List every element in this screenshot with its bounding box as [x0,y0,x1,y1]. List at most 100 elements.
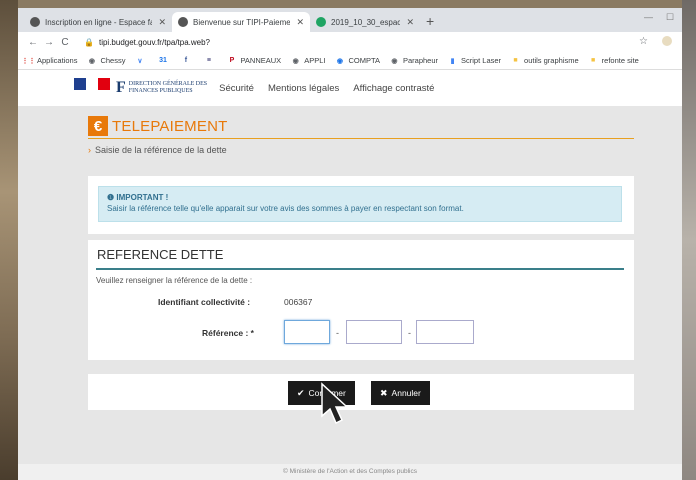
calendar-icon: 31 [159,57,167,64]
section-divider [96,268,624,270]
browser-window: Inscription en ligne - Espace fam ✕ Bien… [18,8,682,480]
section-heading: REFERENCE DETTE [97,247,224,262]
euro-icon: € [88,116,108,136]
bookmark-label: PANNEAUX [240,56,282,65]
globe-icon [30,17,40,27]
bookmark-item[interactable]: ∨ [135,56,148,65]
collectivite-label: Identifiant collectivité : [158,297,251,307]
bookmark-label: Parapheur [402,56,439,65]
separator: - [336,328,339,338]
star-icon[interactable]: ☆ [639,36,648,47]
link-mentions-legales[interactable]: Mentions légales [268,83,339,94]
bookmark-label: Chessy [100,56,126,65]
breadcrumb: › Saisie de la référence de la dette [88,145,634,155]
folder-icon: ■ [513,57,518,64]
bookmark-label: outils graphisme [524,56,579,65]
pinterest-icon: P [229,57,235,64]
link-affichage-contraste[interactable]: Affichage contrasté [353,83,434,94]
facebook-icon: f [184,57,188,64]
bars-icon: ▮ [450,57,455,65]
bookmark-label: Script Laser [461,56,502,65]
close-icon[interactable]: ✕ [158,17,166,28]
important-alert: ❶ IMPORTANT ! Saisir la référence telle … [98,186,622,222]
title-divider [88,138,634,139]
bookmark-item[interactable]: ■ refonte site [589,56,639,65]
link-securite[interactable]: Sécurité [219,83,254,94]
republique-francaise-logo [74,78,110,98]
bookmark-item[interactable]: ◉ Chessy [87,56,126,65]
finances-publiques-logo: F DIRECTION GÉNÉRALE DES FINANCES PUBLIQU… [116,79,208,96]
alert-panel: ❶ IMPORTANT ! Saisir la référence telle … [88,176,634,234]
bookmark-label: COMPTA [348,56,380,65]
globe-icon: ◉ [292,57,299,65]
page-footer: © Ministère de l'Action et des Comptes p… [18,464,682,480]
close-icon[interactable]: ✕ [406,17,414,28]
mouse-cursor-icon [321,382,349,425]
forward-icon[interactable]: → [42,37,56,48]
url-text: tipi.budget.gouv.fr/tpa/tpa.web? [98,37,211,47]
page-banner: € TELEPAIEMENT › Saisie de la référence d… [88,106,634,155]
page-title: TELEPAIEMENT [112,117,228,135]
check-circle-icon: ✔ [297,387,305,398]
separator: - [408,328,411,338]
bookmark-item[interactable]: ■ outils graphisme [511,56,579,65]
bookmark-label: APPLI [304,56,326,65]
maximize-icon[interactable]: ☐ [666,12,674,23]
bookmark-label: Applications [37,56,78,65]
alert-body: Saisir la référence telle qu'elle appara… [107,204,464,213]
bookmark-label: refonte site [601,56,639,65]
bookmark-v-icon: ∨ [137,57,143,65]
tab-tipi[interactable]: Bienvenue sur TIPI-Paiementenli ✕ [172,12,310,32]
page-content: F DIRECTION GÉNÉRALE DES FINANCES PUBLIQU… [18,70,682,480]
desktop-background-left [0,0,18,480]
site-header: F DIRECTION GÉNÉRALE DES FINANCES PUBLIQU… [18,70,682,106]
reference-panel: REFERENCE DETTE Veuillez renseigner la r… [88,240,634,360]
close-icon[interactable]: ✕ [296,17,304,28]
bookmarks-bar: ⋮⋮ Applications ◉ Chessy ∨ 31 f ≡ P PANNEAUX ◉ APPL… [18,52,682,70]
close-icon: ✖ [380,387,388,398]
desktop-background-right [682,0,696,480]
reference-input-3[interactable] [416,320,474,344]
chevron-right-icon: › [88,145,91,155]
form-intro: Veuillez renseigner la référence de la d… [96,276,253,285]
bookmark-item[interactable]: P PANNEAUX [227,56,282,65]
avatar[interactable] [662,36,672,46]
tab-title: Inscription en ligne - Espace fam [45,17,153,27]
reference-label: Référence : * [202,328,254,338]
tab-google-drive[interactable]: 2019_10_30_espace_famille - Goo ✕ [310,12,420,32]
new-tab-button[interactable]: + [426,13,434,29]
reference-input-1[interactable] [284,320,330,344]
lock-icon: 🔒 [84,37,94,47]
sncf-icon: ≡ [206,57,212,64]
bookmark-item[interactable]: ≡ [204,56,217,65]
bookmark-item[interactable]: ▮ Script Laser [448,56,501,65]
apps-icon: ⋮⋮ [21,57,36,65]
actions-panel: ✔Confirmer ✖Annuler [88,374,634,410]
tab-title: Bienvenue sur TIPI-Paiementenli [193,17,291,27]
url-field[interactable]: 🔒 tipi.budget.gouv.fr/tpa/tpa.web? [84,38,210,47]
bookmark-item[interactable]: f [181,56,194,65]
bookmark-item[interactable]: 31 [158,56,171,65]
reference-input-2[interactable] [346,320,402,344]
drive-icon [316,17,326,27]
minimize-icon[interactable]: — [644,12,653,22]
tab-inscription[interactable]: Inscription en ligne - Espace fam ✕ [24,12,172,32]
step-label: Saisie de la référence de la dette [95,145,227,155]
reload-icon[interactable]: C [58,37,72,48]
bookmark-item[interactable]: ⋮⋮ Applications [21,56,78,65]
globe-icon [178,17,188,27]
compta-icon: ◉ [336,57,343,65]
folder-icon: ■ [591,57,596,64]
tab-strip: Inscription en ligne - Espace fam ✕ Bien… [18,8,682,32]
bookmark-item[interactable]: ◉ APPLI [291,56,326,65]
globe-icon: ◉ [391,57,398,65]
alert-heading: IMPORTANT ! [116,193,169,202]
bookmark-item[interactable]: ◉ COMPTA [335,56,380,65]
globe-icon: ◉ [88,57,95,65]
collectivite-value: 006367 [284,297,313,307]
address-bar: ← → C 🔒 tipi.budget.gouv.fr/tpa/tpa.web? … [18,32,682,52]
tab-title: 2019_10_30_espace_famille - Goo [331,17,401,27]
back-icon[interactable]: ← [26,37,40,48]
cancel-button[interactable]: ✖ Annuler [371,381,430,405]
bookmark-item[interactable]: ◉ Parapheur [390,56,438,65]
